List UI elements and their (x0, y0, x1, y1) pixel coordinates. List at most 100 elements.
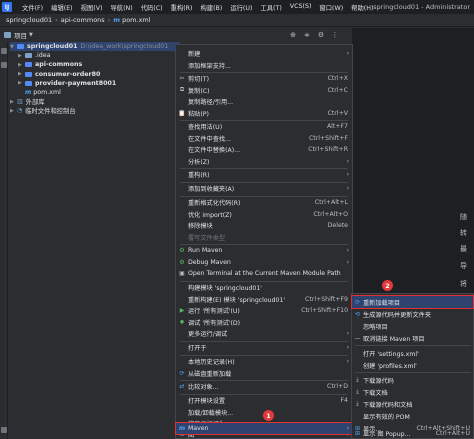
menu-item-debug-maven[interactable]: ⚙ Debug Maven › (176, 257, 352, 269)
tree-row-api-commons[interactable]: ▶ api-commons (10, 60, 180, 69)
chevron-down-icon[interactable]: ▼ (29, 32, 33, 38)
menu-item-more-run-debug[interactable]: 更多运行/调试 › (176, 328, 352, 340)
menu-vcs[interactable]: VCS(S) (286, 3, 316, 12)
breadcrumb-module[interactable]: api-commons (61, 16, 105, 24)
menu-item-copy-path[interactable]: 复制路径/引用... (176, 96, 352, 108)
menu-item-reformat-code[interactable]: 重新格式化代码(R) Ctrl+Alt+L (176, 197, 352, 209)
step-badge-2: 2 (382, 280, 393, 291)
tree-row-root[interactable]: ▼ springcloud01 D:\idea_work\springcloud… (10, 42, 180, 52)
menu-item-replace-in-files[interactable]: 在文件中替换(A)... Ctrl+Shift+R (176, 144, 352, 156)
menu-item-build-module[interactable]: 构建模块 'springcloud01' (176, 282, 352, 294)
tree-item-label: provider-payment8001 (35, 79, 117, 87)
tree-row-scratches[interactable]: ▶ ◔ 临时文件和控制台 (10, 106, 180, 115)
menu-item-open-in[interactable]: 打开于 › (176, 342, 352, 354)
menu-separator (355, 372, 471, 373)
maven-submenu: ⟳ 重新加载项目 ⟲ 生成源代码并更新文件夹 忽略项目 — 取消链接 Maven 项目… (351, 293, 474, 439)
chevron-right-icon[interactable]: ▶ (18, 53, 25, 59)
chevron-right-icon[interactable]: ▶ (18, 80, 25, 86)
download-icon: ⤓ (356, 400, 359, 407)
collapse-all-icon[interactable]: ≑ (302, 30, 312, 40)
menu-item-shortcut: Ctrl+C (327, 86, 348, 94)
submenu-item-generate-sources[interactable]: ⟲ 生成源代码并更新文件夹 (352, 308, 473, 320)
commit-tool-icon[interactable] (1, 62, 7, 68)
menu-tools[interactable]: 工具(T) (256, 3, 285, 12)
project-tree: ▼ springcloud01 D:\idea_work\springcloud… (10, 42, 180, 116)
submenu-item-show-effective-pom[interactable]: 显示有效的 POM (352, 410, 473, 422)
menu-item-label: 重新构建(E) 模块 'springcloud01' (188, 296, 286, 304)
project-tool-icon[interactable] (1, 48, 7, 54)
menu-run[interactable]: 运行(U) (226, 3, 256, 12)
chevron-down-icon[interactable]: ▼ (10, 44, 17, 50)
submenu-item-open-settings-xml[interactable]: 打开 'settings.xml' (352, 347, 473, 359)
menu-file[interactable]: 文件(F) (18, 3, 47, 12)
submenu-item-download-sources-docs[interactable]: ⤓ 下载源代码和文档 (352, 398, 473, 410)
submenu-item-unlink-project[interactable]: — 取消链接 Maven 项目 (352, 332, 473, 344)
module-folder-icon (25, 62, 32, 68)
gear-icon[interactable]: ⚙ (316, 30, 326, 40)
breadcrumb-project[interactable]: springcloud01 (6, 16, 52, 24)
structure-tool-icon[interactable] (1, 427, 7, 433)
menu-edit[interactable]: 编辑(E) (47, 3, 77, 12)
chevron-right-icon[interactable]: ▶ (10, 99, 17, 105)
menu-item-run-maven[interactable]: ⚙ Run Maven › (176, 245, 352, 257)
locate-file-icon[interactable]: ⊕ (288, 30, 298, 40)
tree-row-idea[interactable]: ▶ .idea (10, 51, 180, 60)
submenu-item-download-docs[interactable]: ⤓ 下载文档 (352, 386, 473, 398)
menu-window[interactable]: 窗口(W) (315, 3, 347, 12)
submenu-item-ignore-projects[interactable]: 忽略项目 (352, 320, 473, 332)
menu-item-reload-from-disk[interactable]: ⟳ 从磁盘重新加载 (176, 368, 352, 380)
hide-icon[interactable]: ⋮ (330, 30, 340, 40)
menu-item-paste[interactable]: 📋 粘贴(P) Ctrl+V (176, 108, 352, 120)
menu-item-open-terminal-maven[interactable]: ▣ Open Terminal at the Current Maven Modu… (176, 268, 352, 280)
menu-item-add-to-favorites[interactable]: 添加到收藏夹(A) › (176, 183, 352, 195)
menu-item-refactor[interactable]: 重构(R) › (176, 169, 352, 181)
menu-code[interactable]: 代码(C) (137, 3, 167, 12)
submenu-item-create-profiles-xml[interactable]: 创建 'profiles.xml' (352, 359, 473, 371)
editor-tip-text: 随 (460, 213, 467, 221)
menu-view[interactable]: 视图(V) (77, 3, 107, 12)
submenu-item-show-diagram-popup[interactable]: ⊞ 显示 图 Popup... Ctrl+Alt+U (352, 427, 473, 439)
menu-navigate[interactable]: 导航(N) (106, 3, 136, 12)
tree-row-external-libraries[interactable]: ▶ ▥ 外部库 (10, 97, 180, 106)
chevron-right-icon: › (346, 247, 349, 255)
menu-item-label: 新建 (188, 51, 201, 59)
menu-item-rebuild-module[interactable]: 重新构建(E) 模块 'springcloud01' Ctrl+Shift+F9 (176, 294, 352, 306)
menu-item-find-in-files[interactable]: 在文件中查找... Ctrl+Shift+F (176, 133, 352, 145)
menu-item-new[interactable]: 新建 › (176, 48, 352, 60)
menu-item-compare-with[interactable]: ⇄ 比较对象... Ctrl+D (176, 381, 352, 393)
chevron-right-icon[interactable]: ▶ (10, 108, 17, 114)
tree-row-provider-payment8001[interactable]: ▶ provider-payment8001 (10, 79, 180, 88)
menu-item-find-usages[interactable]: 查找用法(U) Alt+F7 (176, 121, 352, 133)
menu-item-add-framework[interactable]: 添加框架支持... (176, 60, 352, 72)
editor-tip-text: 将 (460, 280, 467, 288)
menu-item-analyze[interactable]: 分析(Z) › (176, 156, 352, 168)
menu-item-label: Open Terminal at the Current Maven Modul… (188, 270, 341, 278)
breadcrumb-file[interactable]: pom.xml (122, 16, 151, 24)
menu-item-cut[interactable]: ✂ 剪切(T) Ctrl+X (176, 73, 352, 85)
menu-item-label: 运行 '所有测试'(U) (188, 308, 240, 316)
module-folder-icon (17, 44, 24, 50)
menu-item-optimize-imports[interactable]: 优化 import(Z) Ctrl+Alt+O (176, 209, 352, 221)
menu-item-local-history[interactable]: 本地历史记录(H) › (176, 356, 352, 368)
menu-item-label: 调试 '所有测试'(D) (188, 319, 241, 327)
menu-item-shortcut: Alt+F7 (326, 123, 348, 131)
chevron-right-icon[interactable]: ▶ (18, 71, 25, 77)
project-view-icon (4, 32, 11, 38)
menu-item-label: 分析(Z) (188, 158, 210, 166)
menu-item-debug-all-tests[interactable]: ✹ 调试 '所有测试'(D) (176, 317, 352, 329)
submenu-item-download-sources[interactable]: ⤓ 下载源代码 (352, 374, 473, 386)
menu-item-override-file-type[interactable]: 覆写文件类型 (176, 232, 352, 244)
tree-row-pom[interactable]: m pom.xml (10, 88, 180, 97)
menu-item-module-settings[interactable]: 打开模块设置 F4 (176, 395, 352, 407)
menu-build[interactable]: 构建(B) (196, 3, 226, 12)
submenu-item-reload-project[interactable]: ⟳ 重新加载项目 (351, 295, 474, 309)
menu-item-copy[interactable]: ⧉ 复制(C) Ctrl+C (176, 85, 352, 97)
menu-refactor[interactable]: 重构(R) (167, 3, 197, 12)
menu-item-run-all-tests[interactable]: ▶ 运行 '所有测试'(U) Ctrl+Shift+F10 (176, 305, 352, 317)
project-view-selector[interactable]: 项目 (14, 30, 27, 40)
menu-item-shortcut: Ctrl+Shift+F9 (305, 295, 348, 303)
tree-row-consumer-order80[interactable]: ▶ consumer-order80 (10, 70, 180, 79)
tree-item-label: 临时文件和控制台 (25, 108, 76, 116)
chevron-right-icon[interactable]: ▶ (18, 62, 25, 68)
menu-item-remove-module[interactable]: 移除模块 Delete (176, 220, 352, 232)
